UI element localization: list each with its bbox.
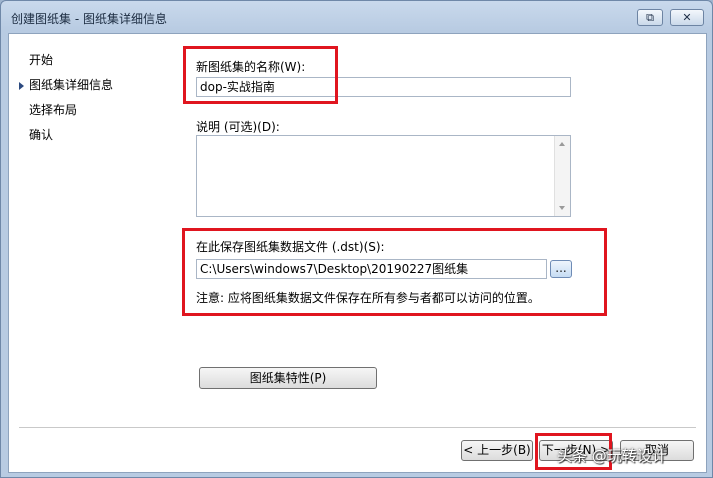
restore-button[interactable]: ⧉ <box>637 9 663 26</box>
window-title: 创建图纸集 - 图纸集详细信息 <box>11 12 167 26</box>
scroll-up-icon[interactable] <box>559 142 565 146</box>
close-icon: ✕ <box>682 11 692 24</box>
save-location-input[interactable]: C:\Users\windows7\Desktop\20190227图纸集 <box>196 259 547 279</box>
step-label: 选择布局 <box>29 103 78 117</box>
watermark-text: 头条 @玩转设计 <box>557 447 667 465</box>
wizard-step-list: 开始 图纸集详细信息 选择布局 确认 <box>19 52 114 152</box>
back-button[interactable]: < 上一步(B) <box>461 440 533 461</box>
sheet-set-name-input[interactable]: dop-实战指南 <box>196 77 571 97</box>
step-label: 开始 <box>29 53 54 67</box>
step-label: 图纸集详细信息 <box>29 78 114 92</box>
browse-button[interactable]: ... <box>550 260 572 278</box>
step-start: 开始 <box>21 52 113 77</box>
description-label: 说明 (可选)(D): <box>196 120 280 134</box>
sheet-set-properties-button[interactable]: 图纸集特性(P) <box>199 367 377 389</box>
footer-separator <box>19 427 696 429</box>
title-bar: 创建图纸集 - 图纸集详细信息 ⧉ ✕ <box>1 1 712 33</box>
step-label: 确认 <box>29 128 54 142</box>
save-location-label: 在此保存图纸集数据文件 (.dst)(S): <box>196 240 385 254</box>
storage-note: 注意: 应将图纸集数据文件保存在所有参与者都可以访问的位置。 <box>196 291 540 305</box>
step-confirm: 确认 <box>21 127 113 152</box>
description-textarea[interactable] <box>196 135 571 217</box>
restore-icon: ⧉ <box>646 11 654 24</box>
scroll-down-icon[interactable] <box>559 206 565 210</box>
close-button[interactable]: ✕ <box>670 9 704 26</box>
current-step-arrow-icon <box>19 82 24 90</box>
dialog-client: 开始 图纸集详细信息 选择布局 确认 新图纸集的名称(W): dop-实战指南 … <box>8 33 707 473</box>
dialog-window: 创建图纸集 - 图纸集详细信息 ⧉ ✕ 开始 图纸集详细信息 选择布局 确认 新… <box>0 0 713 478</box>
step-choose-layout: 选择布局 <box>21 102 113 127</box>
description-scrollbar[interactable] <box>554 136 570 216</box>
sheet-set-name-label: 新图纸集的名称(W): <box>196 60 306 74</box>
step-sheet-set-details: 图纸集详细信息 <box>19 77 114 102</box>
